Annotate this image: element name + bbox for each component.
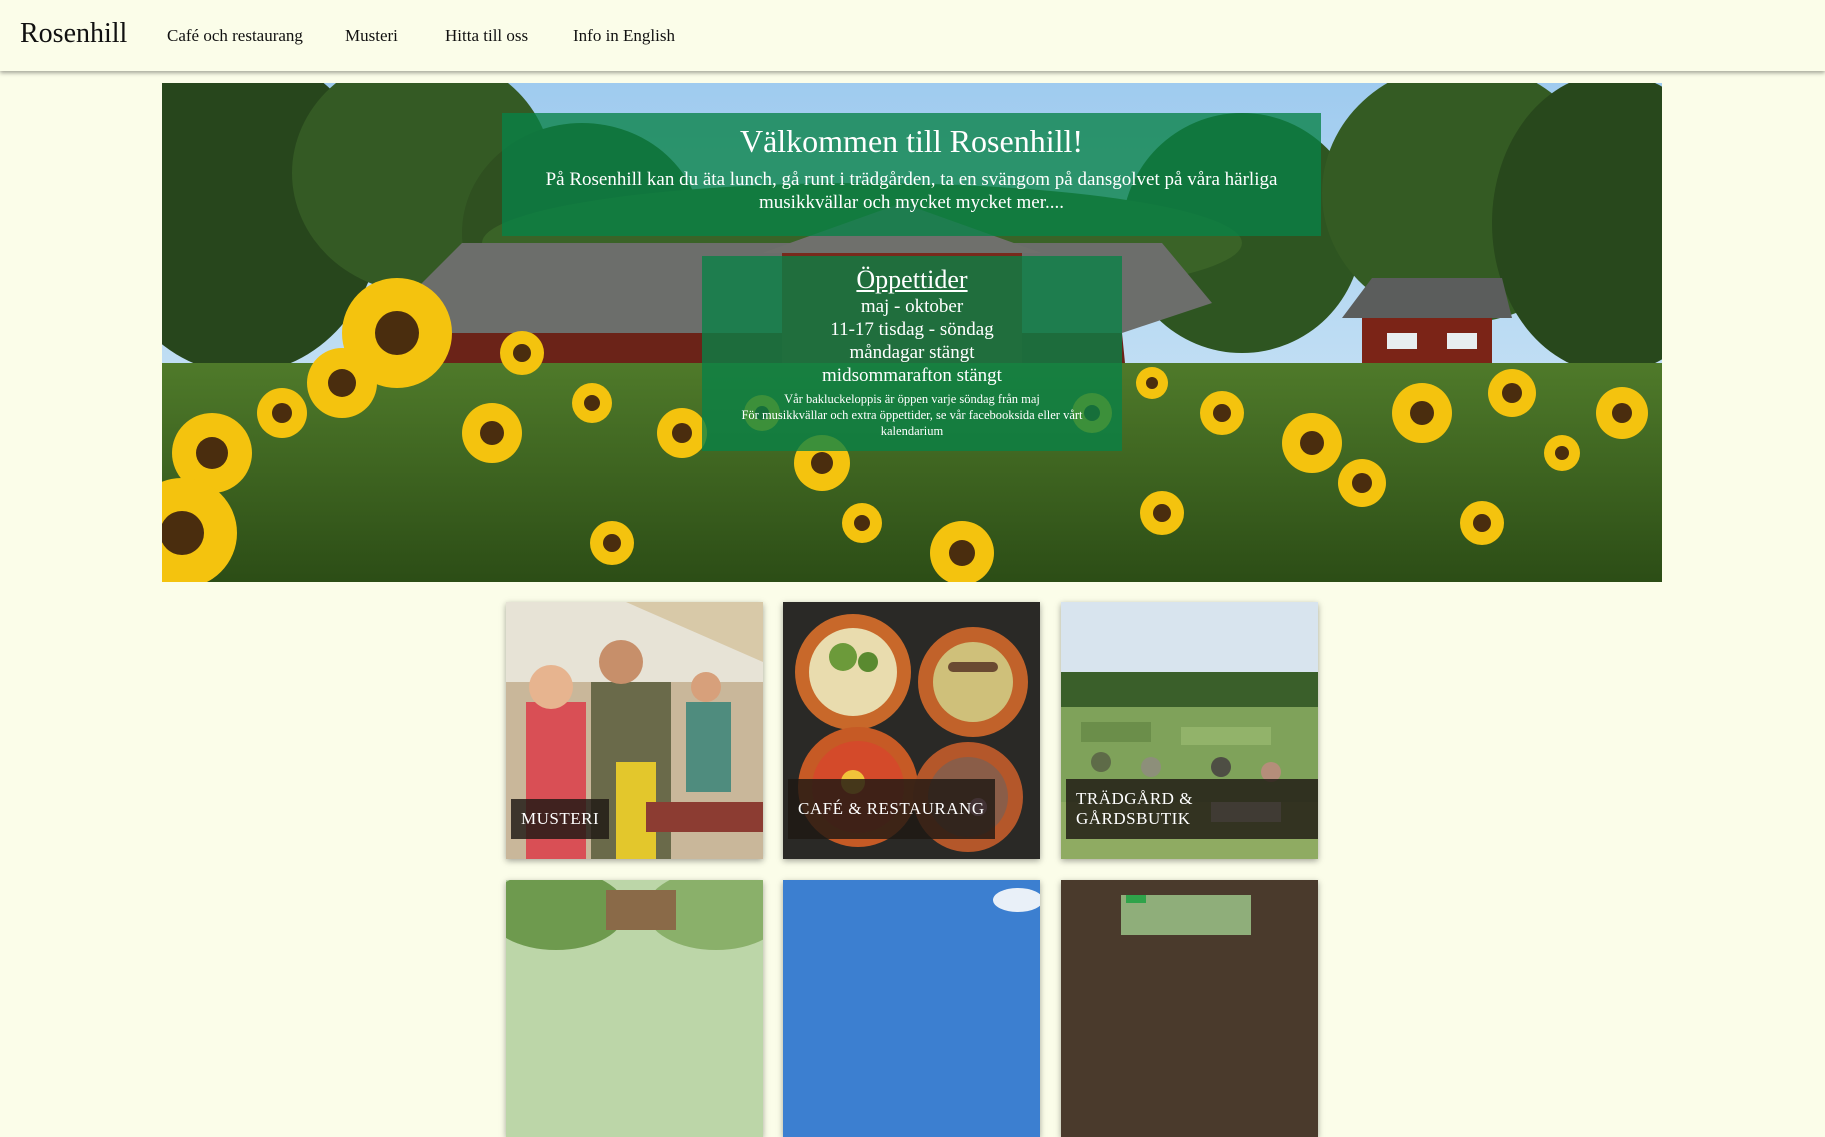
hours-line: måndagar stängt (849, 342, 975, 363)
facebook-link[interactable]: facebooksida (969, 408, 1035, 422)
hours-line: maj - oktober (860, 296, 964, 317)
nav-item-musteri[interactable]: Musteri (345, 26, 398, 46)
tile-musteri[interactable]: MUSTERI (506, 602, 763, 859)
site-logo-link[interactable]: Rosenhill (20, 18, 127, 50)
flea-market-note: Vår bakluckeloppis är öppen varje söndag… (784, 392, 1040, 406)
tile-label: MUSTERI (511, 799, 610, 839)
sky-photo (783, 880, 1040, 1137)
tile-cafe-restaurang[interactable]: CAFÉ & RESTAURANG (783, 602, 1040, 859)
welcome-panel: Välkommen till Rosenhill! På Rosenhill k… (502, 113, 1321, 236)
hero-banner: Välkommen till Rosenhill! På Rosenhill k… (162, 83, 1662, 582)
nav-item-hitta[interactable]: Hitta till oss (445, 26, 528, 46)
welcome-title: Välkommen till Rosenhill! (739, 123, 1084, 159)
tile-label: CAFÉ & RESTAURANG (788, 779, 995, 839)
hours-line: 11-17 tisdag - söndag (830, 319, 994, 340)
treehouse-photo (506, 880, 763, 1137)
tile-label: TRÄDGÅRD & GÅRDSBUTIK (1066, 779, 1318, 839)
tile-tradgard[interactable]: TRÄDGÅRD & GÅRDSBUTIK (1061, 602, 1318, 859)
tile-row2-2[interactable] (783, 880, 1040, 1137)
hours-line: midsommarafton stängt (822, 365, 1002, 386)
opening-hours-panel: Öppettider maj - oktober 11-17 tisdag - … (702, 256, 1122, 451)
nav-item-english[interactable]: Info in English (573, 26, 675, 46)
top-navbar: Rosenhill Café och restaurang Musteri Hi… (0, 0, 1825, 71)
calendar-link[interactable]: kalendarium (881, 424, 943, 438)
nav-item-cafe[interactable]: Café och restaurang (167, 26, 303, 46)
tile-row2-3[interactable] (1061, 880, 1318, 1137)
opening-hours-title: Öppettider (856, 265, 968, 294)
tile-row2-1[interactable] (506, 880, 763, 1137)
events-note: För musikkvällar och extra öppettider, s… (702, 407, 1122, 439)
barn-interior-photo (1061, 880, 1318, 1137)
events-note-prefix: För musikkvällar och extra öppettider, s… (741, 408, 966, 422)
welcome-text: På Rosenhill kan du äta lunch, gå runt i… (545, 169, 1278, 213)
events-note-mid: eller vårt (1037, 408, 1083, 422)
